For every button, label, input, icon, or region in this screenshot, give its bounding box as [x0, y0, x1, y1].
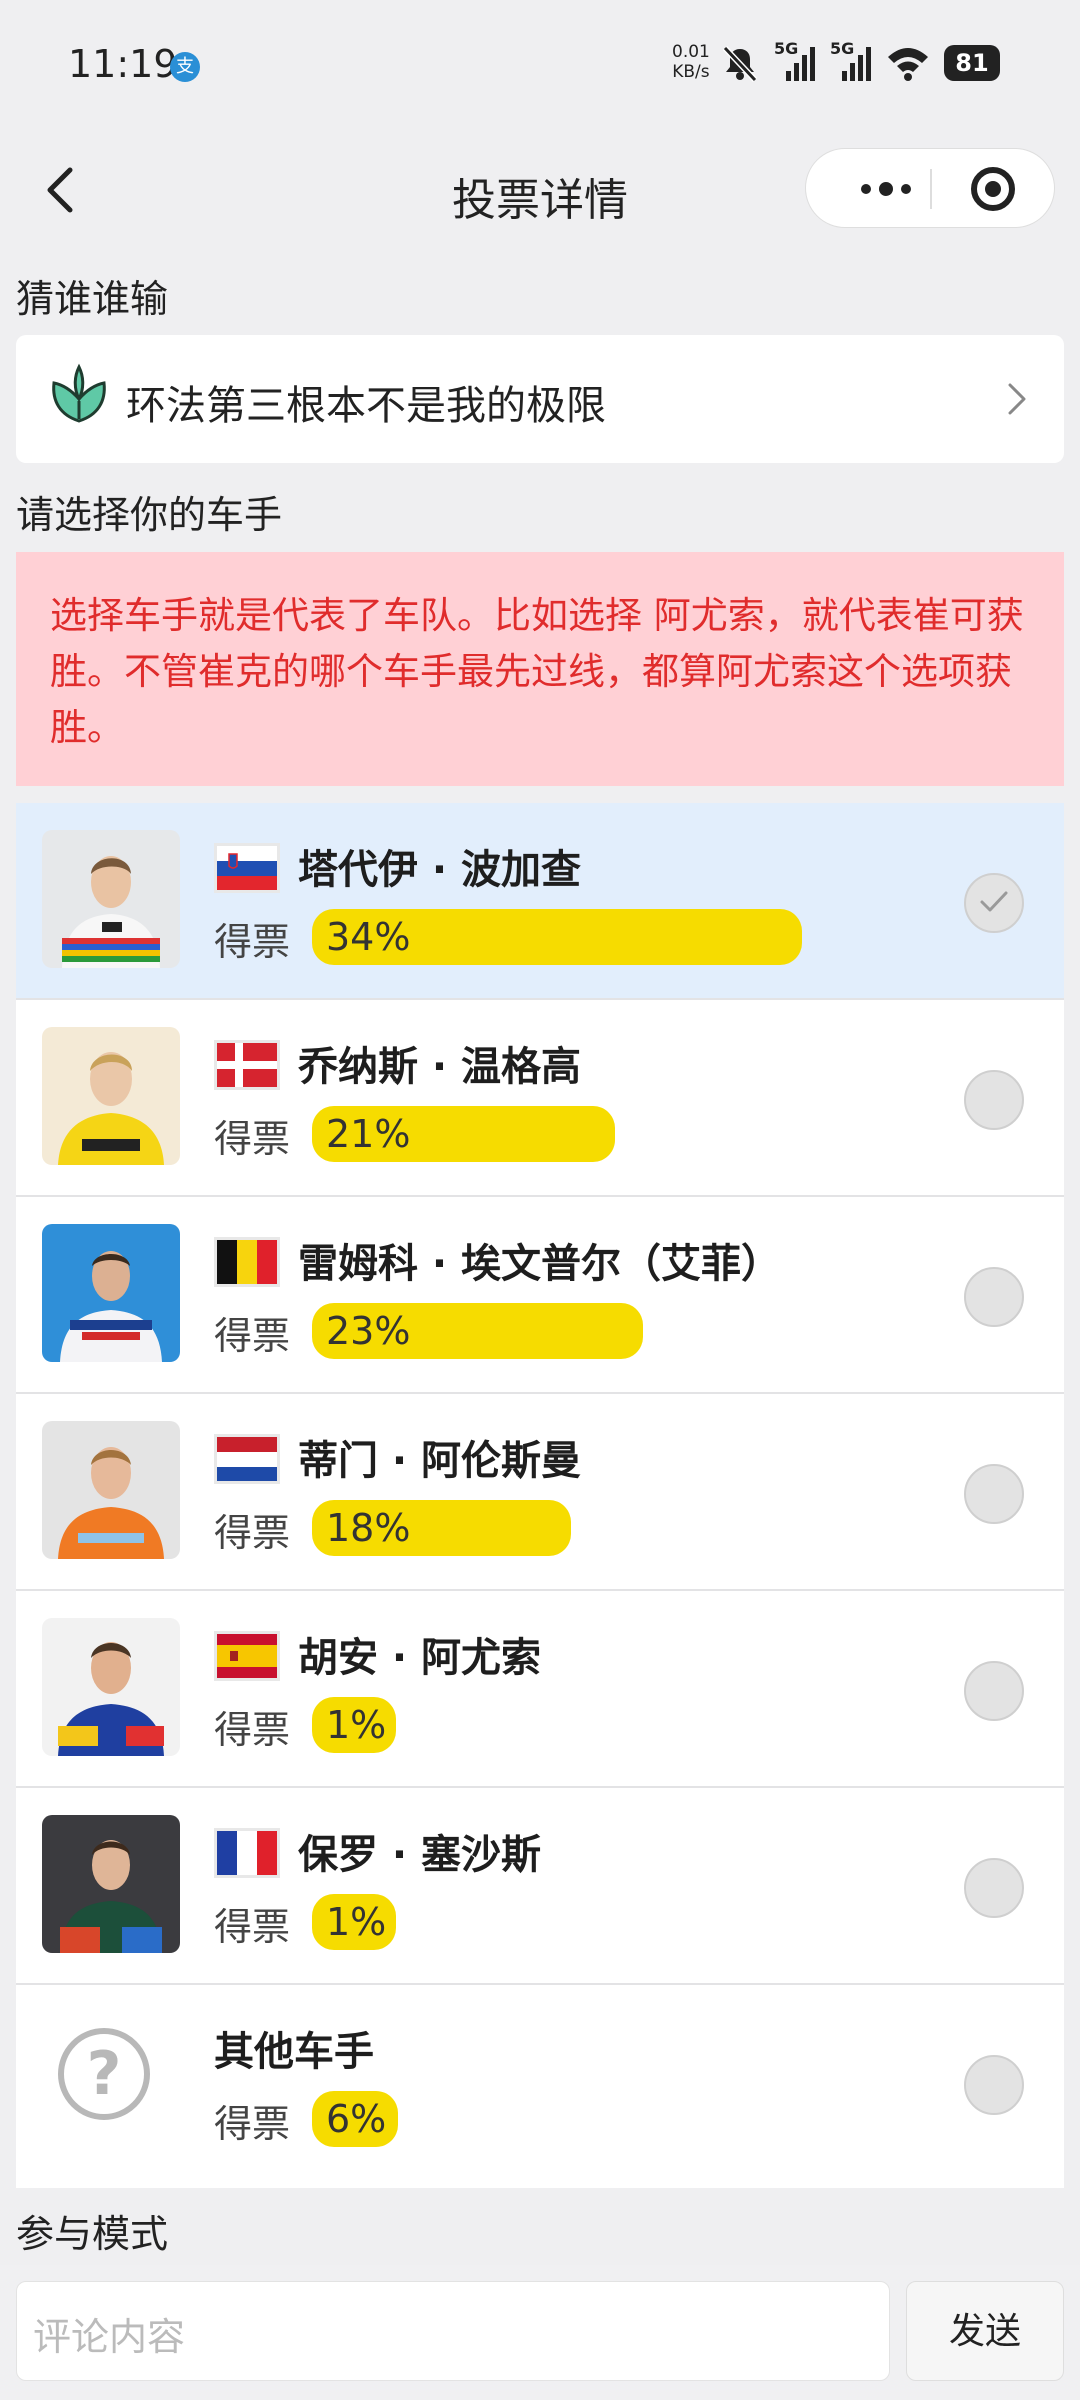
rider-avatar — [42, 1421, 180, 1559]
rider-avatar — [42, 1224, 180, 1362]
rider-avatar — [42, 1618, 180, 1756]
rider-name: 保罗 · 塞沙斯 — [298, 1832, 542, 1878]
status-time: 11:19 — [68, 42, 178, 86]
radio-unselected[interactable] — [964, 1661, 1024, 1721]
status-bar: 11:19 支 0.01 KB/s 5G 5G 81 — [0, 0, 1080, 130]
close-target-icon[interactable] — [971, 167, 1015, 211]
rider-option[interactable]: 乔纳斯 · 温格高 得票 21% — [16, 1000, 1064, 1197]
vote-percent-bar: 6% — [312, 2091, 398, 2147]
flag-slovenia-icon — [214, 843, 280, 893]
more-dots-icon[interactable] — [846, 149, 926, 229]
network-rate: 0.01 KB/s — [672, 42, 710, 82]
rider-name: 其他车手 — [214, 2029, 374, 2075]
signal-bars-icon — [842, 47, 871, 81]
radio-unselected[interactable] — [964, 1070, 1024, 1130]
signal-5g-2: 5G — [830, 39, 872, 83]
section-title-choose: 请选择你的车手 — [16, 493, 283, 537]
rider-name: 胡安 · 阿尤索 — [298, 1635, 542, 1681]
votes-label: 得票 — [214, 1117, 291, 1161]
rider-name: 雷姆科 · 埃文普尔（艾菲） — [298, 1241, 782, 1287]
rider-list: 塔代伊 · 波加查 得票 34% 乔纳斯 · 温格高 得票 21% 雷姆科 · … — [16, 803, 1064, 2188]
radio-selected[interactable] — [964, 873, 1024, 933]
notification-app-icon: 支 — [170, 52, 200, 82]
vote-percent-bar: 1% — [312, 1894, 396, 1950]
topic-title: 环法第三根本不是我的极限 — [126, 383, 606, 429]
section-title-mode: 参与模式 — [16, 2212, 169, 2256]
votes-label: 得票 — [214, 1511, 291, 1555]
status-icons: 5G 5G 81 — [720, 38, 1000, 88]
vote-percent: 18% — [326, 1506, 411, 1550]
signal-5g-1: 5G — [774, 39, 816, 83]
flag-belgium-icon — [214, 1237, 280, 1287]
vote-percent: 1% — [326, 1900, 387, 1944]
votes-label: 得票 — [214, 1314, 291, 1358]
comment-input[interactable]: 评论内容 — [16, 2281, 890, 2381]
rider-option[interactable]: 蒂门 · 阿伦斯曼 得票 18% — [16, 1394, 1064, 1591]
network-rate-value: 0.01 — [672, 42, 710, 62]
rider-name: 蒂门 · 阿伦斯曼 — [298, 1438, 582, 1484]
vote-percent-bar: 21% — [312, 1106, 615, 1162]
flag-netherlands-icon — [214, 1434, 280, 1484]
question-mark-icon: ? — [58, 2028, 150, 2120]
flag-spain-icon — [214, 1631, 280, 1681]
vote-percent: 1% — [326, 1703, 387, 1747]
votes-label: 得票 — [214, 920, 291, 964]
rider-option[interactable]: 胡安 · 阿尤索 得票 1% — [16, 1591, 1064, 1788]
rider-option[interactable]: 塔代伊 · 波加查 得票 34% — [16, 803, 1064, 1000]
flag-france-icon — [214, 1828, 280, 1878]
chevron-right-icon — [1008, 383, 1026, 415]
radio-unselected[interactable] — [964, 1267, 1024, 1327]
vote-percent-bar: 23% — [312, 1303, 643, 1359]
battery-indicator: 81 — [944, 45, 1000, 81]
send-button[interactable]: 发送 — [906, 2281, 1064, 2381]
mute-bell-icon — [722, 45, 758, 83]
rider-avatar — [42, 1815, 180, 1953]
vote-percent: 34% — [326, 915, 411, 959]
rider-option[interactable]: 保罗 · 塞沙斯 得票 1% — [16, 1788, 1064, 1985]
checkmark-icon — [980, 891, 1008, 912]
rider-name: 塔代伊 · 波加查 — [298, 847, 582, 893]
radio-unselected[interactable] — [964, 2055, 1024, 2115]
votes-label: 得票 — [214, 1905, 291, 1949]
nav-bar: 投票详情 — [0, 140, 1080, 240]
vote-percent: 23% — [326, 1309, 411, 1353]
radio-unselected[interactable] — [964, 1464, 1024, 1524]
rider-name: 乔纳斯 · 温格高 — [298, 1044, 582, 1090]
radio-unselected[interactable] — [964, 1858, 1024, 1918]
vote-percent-bar: 34% — [312, 909, 802, 965]
rules-notice: 选择车手就是代表了车队。比如选择 阿尤索，就代表崔可获胜。不管崔克的哪个车手最先… — [16, 552, 1064, 786]
rider-option[interactable]: 雷姆科 · 埃文普尔（艾菲） 得票 23% — [16, 1197, 1064, 1394]
vote-percent: 21% — [326, 1112, 411, 1156]
section-title-guess: 猜谁谁输 — [16, 277, 169, 321]
votes-label: 得票 — [214, 1708, 291, 1752]
wifi-icon — [888, 48, 928, 81]
votes-label: 得票 — [214, 2102, 291, 2146]
vote-percent-bar: 1% — [312, 1697, 396, 1753]
topic-card[interactable]: 环法第三根本不是我的极限 — [16, 335, 1064, 463]
rider-avatar — [42, 1027, 180, 1165]
capsule-divider — [930, 169, 932, 209]
signal-bars-icon — [786, 47, 815, 81]
rider-avatar — [42, 830, 180, 968]
flag-denmark-icon — [214, 1040, 280, 1090]
comment-bar: 评论内容 发送 — [0, 2265, 1080, 2400]
miniprogram-capsule — [805, 148, 1055, 228]
vote-percent: 6% — [326, 2097, 387, 2141]
topic-leaf-icon — [52, 363, 106, 423]
network-rate-unit: KB/s — [672, 62, 710, 82]
vote-percent-bar: 18% — [312, 1500, 571, 1556]
rider-option[interactable]: ? 其他车手 得票 6% — [16, 1985, 1064, 2182]
